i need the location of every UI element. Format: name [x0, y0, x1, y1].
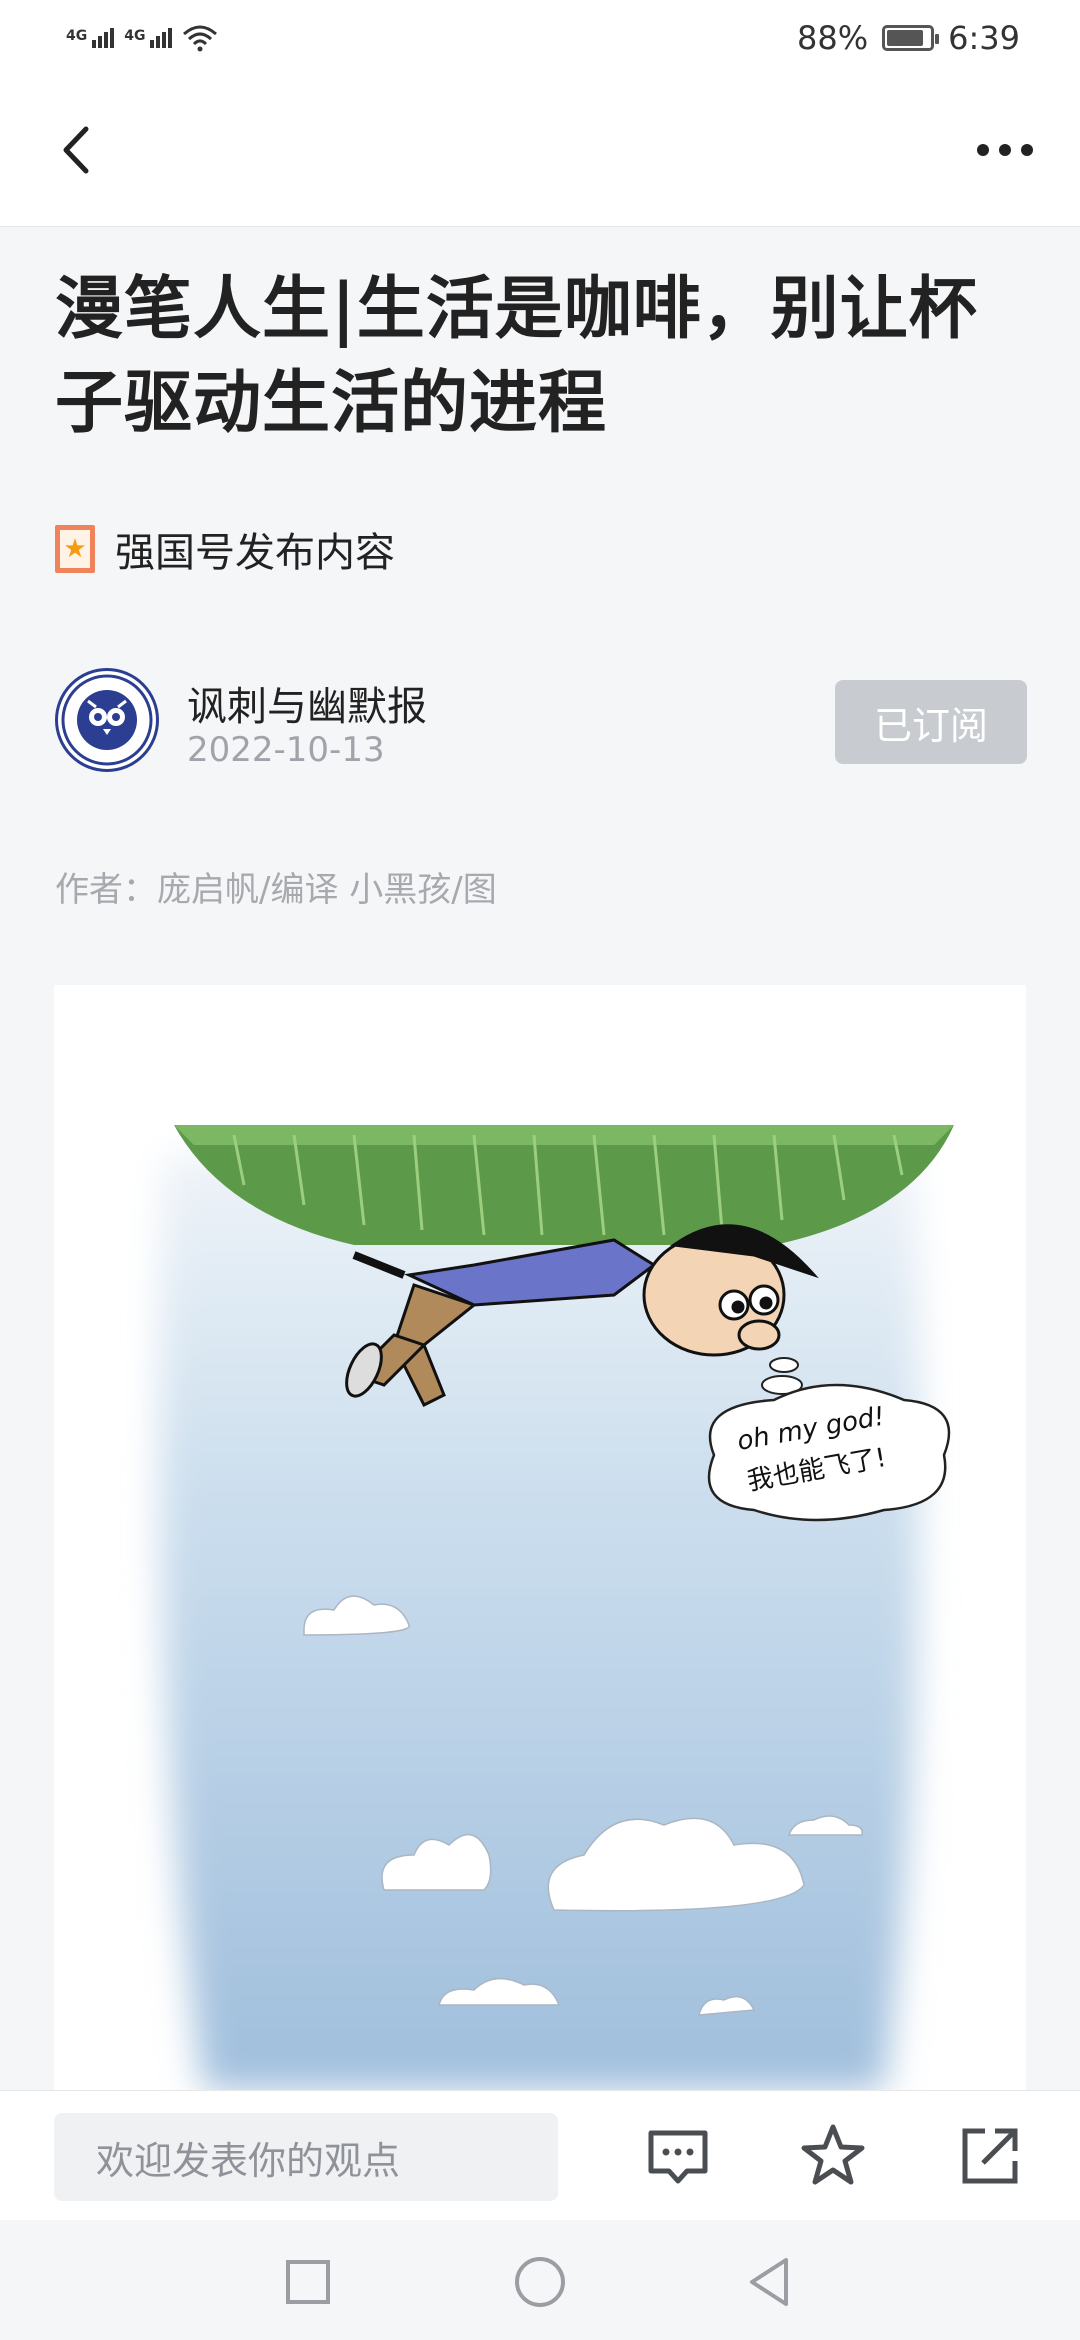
star-badge-icon: ★ [55, 525, 95, 573]
author-byline: 作者：庞启帆/编译 小黑孩/图 [55, 870, 497, 910]
comment-input[interactable]: 欢迎发表你的观点 [54, 2113, 558, 2201]
publish-date: 2022-10-13 [187, 730, 385, 770]
publisher-avatar[interactable] [55, 668, 159, 772]
status-bar: 4G 4G 88% 6:39 [0, 0, 1080, 75]
wifi-icon [183, 25, 218, 51]
back-nav-icon [750, 2258, 788, 2306]
battery-percent: 88% [797, 18, 869, 57]
recent-apps-icon [286, 2260, 330, 2304]
top-nav [0, 75, 1080, 227]
article-title: 漫笔人生|生活是咖啡，别让杯子驱动生活的进程 [55, 269, 978, 443]
article-cartoon-image: oh my god! 我也能飞了! [54, 985, 1026, 2090]
back-icon [63, 126, 89, 174]
share-icon [962, 2128, 1018, 2184]
more-icon [977, 144, 989, 156]
share-button[interactable] [955, 2121, 1025, 2191]
back-nav-button[interactable] [740, 2252, 800, 2312]
network-type: 4G [66, 27, 88, 44]
network-type-2: 4G [124, 27, 146, 44]
home-icon [515, 2257, 565, 2307]
owl-logo-icon [61, 674, 153, 766]
comment-icon [648, 2130, 708, 2184]
source-label-row: ★ 强国号发布内容 [55, 520, 395, 578]
subscribe-button[interactable]: 已订阅 [835, 680, 1027, 764]
more-button[interactable] [960, 115, 1050, 185]
comment-bar: 欢迎发表你的观点 [0, 2090, 1080, 2220]
source-label: 强国号发布内容 [115, 530, 395, 576]
system-navigation-bar [0, 2220, 1080, 2340]
battery-icon [882, 24, 940, 51]
favorite-button[interactable] [798, 2121, 868, 2191]
status-right: 88% 6:39 [797, 19, 1020, 57]
recent-apps-button[interactable] [278, 2252, 338, 2312]
signal-icon-2: 4G [124, 27, 173, 48]
publisher-row: 讽刺与幽默报 2022-10-13 已订阅 [55, 668, 1027, 778]
home-button[interactable] [510, 2252, 570, 2312]
clock: 6:39 [948, 18, 1020, 57]
publisher-name[interactable]: 讽刺与幽默报 [187, 674, 427, 732]
star-icon [801, 2124, 865, 2185]
comment-button[interactable] [643, 2121, 713, 2191]
back-button[interactable] [52, 115, 112, 185]
status-left: 4G 4G [66, 24, 218, 52]
signal-icon: 4G [66, 27, 115, 48]
